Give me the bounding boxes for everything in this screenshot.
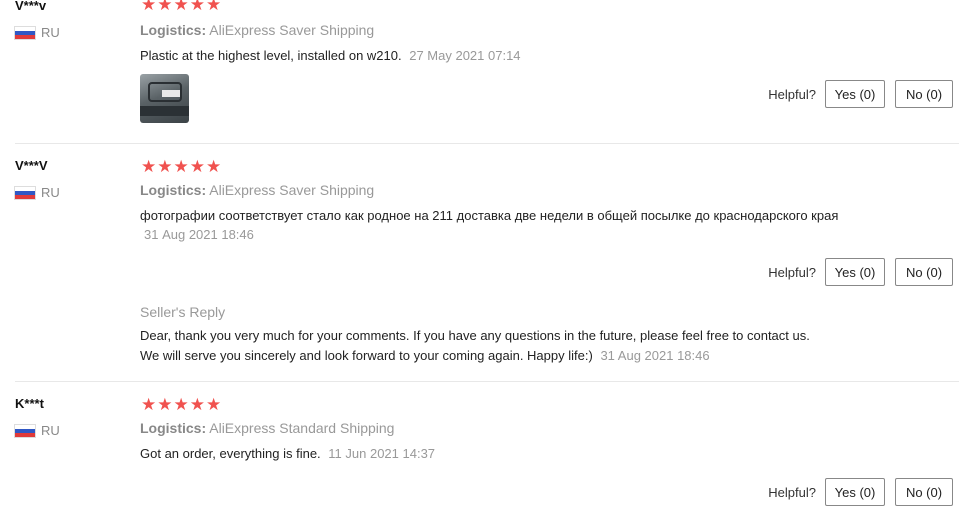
review-item: V***v RU ★★★★★ Logistics: AliExpress Sav… bbox=[0, 0, 972, 140]
helpful-vote-group: Helpful? Yes (0) No (0) bbox=[768, 80, 972, 108]
reviewer-name: K***t bbox=[15, 396, 44, 411]
logistics-label: Logistics: bbox=[140, 22, 207, 38]
helpful-label: Helpful? bbox=[768, 264, 816, 280]
logistics-info: Logistics: AliExpress Standard Shipping bbox=[140, 420, 394, 436]
russia-flag-icon bbox=[15, 26, 35, 39]
review-photo-thumbnail[interactable] bbox=[140, 74, 189, 123]
helpful-yes-button[interactable]: Yes (0) bbox=[825, 258, 885, 286]
seller-reply-text: Dear, thank you very much for your comme… bbox=[140, 326, 820, 366]
helpful-label: Helpful? bbox=[768, 86, 816, 102]
russia-flag-icon bbox=[15, 186, 35, 199]
logistics-label: Logistics: bbox=[140, 182, 207, 198]
helpful-vote-group: Helpful? Yes (0) No (0) bbox=[768, 258, 972, 286]
helpful-yes-button[interactable]: Yes (0) bbox=[825, 478, 885, 506]
logistics-method: AliExpress Saver Shipping bbox=[209, 182, 375, 198]
review-item: K***t RU ★★★★★ Logistics: AliExpress Sta… bbox=[0, 395, 972, 524]
logistics-method: AliExpress Saver Shipping bbox=[209, 22, 375, 38]
review-date: 27 May 2021 07:14 bbox=[409, 48, 521, 63]
review-text: фотографии соответствует стало как родно… bbox=[140, 206, 860, 244]
helpful-no-button[interactable]: No (0) bbox=[895, 258, 953, 286]
country-code: RU bbox=[41, 25, 60, 40]
review-body: фотографии соответствует стало как родно… bbox=[140, 208, 839, 223]
seller-reply-date: 31 Aug 2021 18:46 bbox=[600, 348, 710, 363]
russia-flag-icon bbox=[15, 424, 35, 437]
reviewer-country: RU bbox=[15, 423, 60, 438]
reviewer-name: V***V bbox=[15, 158, 48, 173]
review-date: 11 Jun 2021 14:37 bbox=[328, 446, 436, 461]
country-code: RU bbox=[41, 423, 60, 438]
review-divider bbox=[15, 143, 959, 144]
helpful-no-button[interactable]: No (0) bbox=[895, 80, 953, 108]
review-item: V***V RU ★★★★★ Logistics: AliExpress Sav… bbox=[0, 157, 972, 380]
helpful-vote-group: Helpful? Yes (0) No (0) bbox=[768, 478, 972, 506]
logistics-info: Logistics: AliExpress Saver Shipping bbox=[140, 182, 374, 198]
reviewer-name: V***v bbox=[15, 0, 47, 13]
reviewer-country: RU bbox=[15, 25, 60, 40]
helpful-no-button[interactable]: No (0) bbox=[895, 478, 953, 506]
reviewer-country: RU bbox=[15, 185, 60, 200]
country-code: RU bbox=[41, 185, 60, 200]
review-date: 31 Aug 2021 18:46 bbox=[144, 227, 254, 242]
review-divider bbox=[15, 381, 959, 382]
star-rating: ★★★★★ bbox=[141, 0, 223, 14]
helpful-yes-button[interactable]: Yes (0) bbox=[825, 80, 885, 108]
star-rating: ★★★★★ bbox=[141, 395, 223, 414]
review-body: Got an order, everything is fine. bbox=[140, 446, 321, 461]
helpful-label: Helpful? bbox=[768, 484, 816, 500]
review-body: Plastic at the highest level, installed … bbox=[140, 48, 402, 63]
review-text: Plastic at the highest level, installed … bbox=[140, 46, 521, 65]
review-text: Got an order, everything is fine. 11 Jun… bbox=[140, 444, 435, 463]
seller-reply-title: Seller's Reply bbox=[140, 304, 226, 320]
star-rating: ★★★★★ bbox=[141, 157, 223, 176]
logistics-info: Logistics: AliExpress Saver Shipping bbox=[140, 22, 374, 38]
logistics-label: Logistics: bbox=[140, 420, 207, 436]
logistics-method: AliExpress Standard Shipping bbox=[209, 420, 395, 436]
